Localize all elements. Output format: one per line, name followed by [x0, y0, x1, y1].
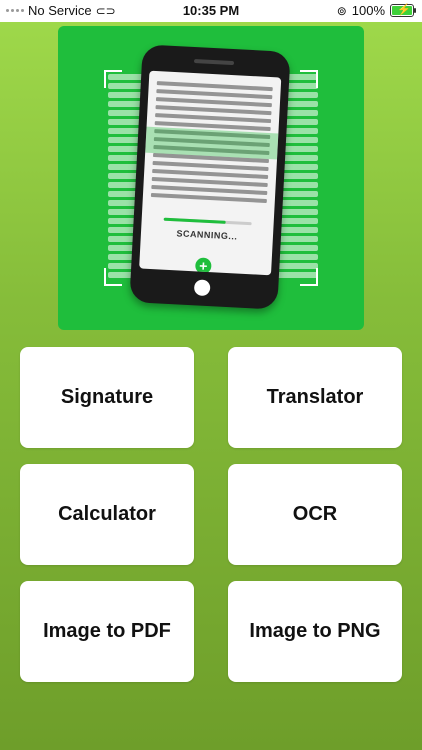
- phone-speaker: [193, 59, 235, 66]
- image-to-pdf-button[interactable]: Image to PDF: [20, 581, 194, 682]
- status-bar: No Service ⊂⊃ 10:35 PM ⊚ 100% ⚡: [0, 0, 422, 22]
- scanning-label: SCANNING...: [176, 228, 238, 242]
- scan-progress-bar: [163, 217, 252, 226]
- battery-icon: ⚡: [390, 4, 416, 17]
- home-button-icon: [193, 279, 211, 297]
- translator-label: Translator: [266, 386, 364, 408]
- scan-corner-top-right: [300, 70, 318, 88]
- scan-corner-bottom-right: [300, 268, 318, 286]
- translator-button[interactable]: Translator: [228, 347, 402, 448]
- scanner-banner: SCANNING... +: [58, 26, 364, 330]
- plus-icon: +: [194, 257, 212, 275]
- phone-illustration: SCANNING... +: [129, 44, 291, 310]
- signature-label: Signature: [60, 386, 154, 408]
- scan-corner-top-left: [104, 70, 122, 88]
- scan-progress-fill: [163, 217, 226, 224]
- ocr-button[interactable]: OCR: [228, 464, 402, 565]
- scan-corner-bottom-left: [104, 268, 122, 286]
- battery-percent: 100%: [351, 3, 385, 18]
- calculator-label: Calculator: [58, 503, 156, 525]
- battery-area: ⊚ 100% ⚡: [336, 3, 416, 18]
- image-to-png-button[interactable]: Image to PNG: [228, 581, 402, 682]
- phone-screen: SCANNING... +: [139, 70, 282, 276]
- calculator-button[interactable]: Calculator: [20, 464, 194, 565]
- ocr-label: OCR: [292, 503, 338, 525]
- image-to-pdf-label: Image to PDF: [43, 620, 171, 642]
- signature-button[interactable]: Signature: [20, 347, 194, 448]
- image-to-png-label: Image to PNG: [249, 620, 381, 642]
- orientation-lock-icon: ⊚: [336, 3, 347, 18]
